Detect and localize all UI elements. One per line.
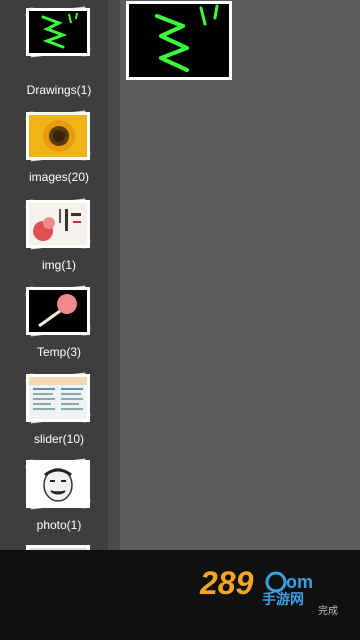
gallery-screen: Drawings(1) images(20) img(1) Temp(3) sl… xyxy=(0,0,360,640)
logo-digits: 289 xyxy=(199,565,254,601)
album-stack xyxy=(25,458,91,510)
album-label: Drawings(1) xyxy=(26,83,92,97)
album-images[interactable]: images(20) xyxy=(0,110,118,202)
album-stack xyxy=(25,198,91,250)
album-label: photo(1) xyxy=(36,518,82,532)
photo-grid xyxy=(120,0,360,550)
svg-text:om: om xyxy=(286,572,313,592)
album-sidebar: Drawings(1) images(20) img(1) Temp(3) sl… xyxy=(0,0,120,555)
album-photo[interactable]: photo(1) xyxy=(0,458,118,550)
album-label: Temp(3) xyxy=(36,345,81,359)
album-stack xyxy=(25,110,91,162)
sunflower-thumbnail xyxy=(26,112,90,160)
album-stack xyxy=(25,372,91,424)
lollipop-thumbnail xyxy=(26,287,90,335)
album-stack xyxy=(25,6,91,58)
album-img[interactable]: img(1) xyxy=(0,198,118,290)
sidebar-scrollbar[interactable] xyxy=(108,0,120,550)
meme-face-thumbnail xyxy=(26,460,90,508)
calligraphy-thumbnail xyxy=(26,200,90,248)
album-drawings[interactable]: Drawings(1) xyxy=(0,6,118,98)
album-label: images(20) xyxy=(28,170,90,184)
drawing-thumbnail[interactable] xyxy=(126,1,232,80)
album-label: slider(10) xyxy=(33,432,84,446)
album-stack xyxy=(25,285,91,337)
album-label: img(1) xyxy=(41,258,76,272)
album-slider[interactable]: slider(10) xyxy=(0,372,118,464)
done-label[interactable]: 完成 xyxy=(318,602,338,617)
document-thumbnail xyxy=(26,374,90,422)
bottom-bar: 289 om 手游网 完成 xyxy=(0,550,360,640)
drawing-thumbnail xyxy=(26,8,90,56)
svg-text:手游网: 手游网 xyxy=(262,591,304,608)
album-temp[interactable]: Temp(3) xyxy=(0,285,118,377)
